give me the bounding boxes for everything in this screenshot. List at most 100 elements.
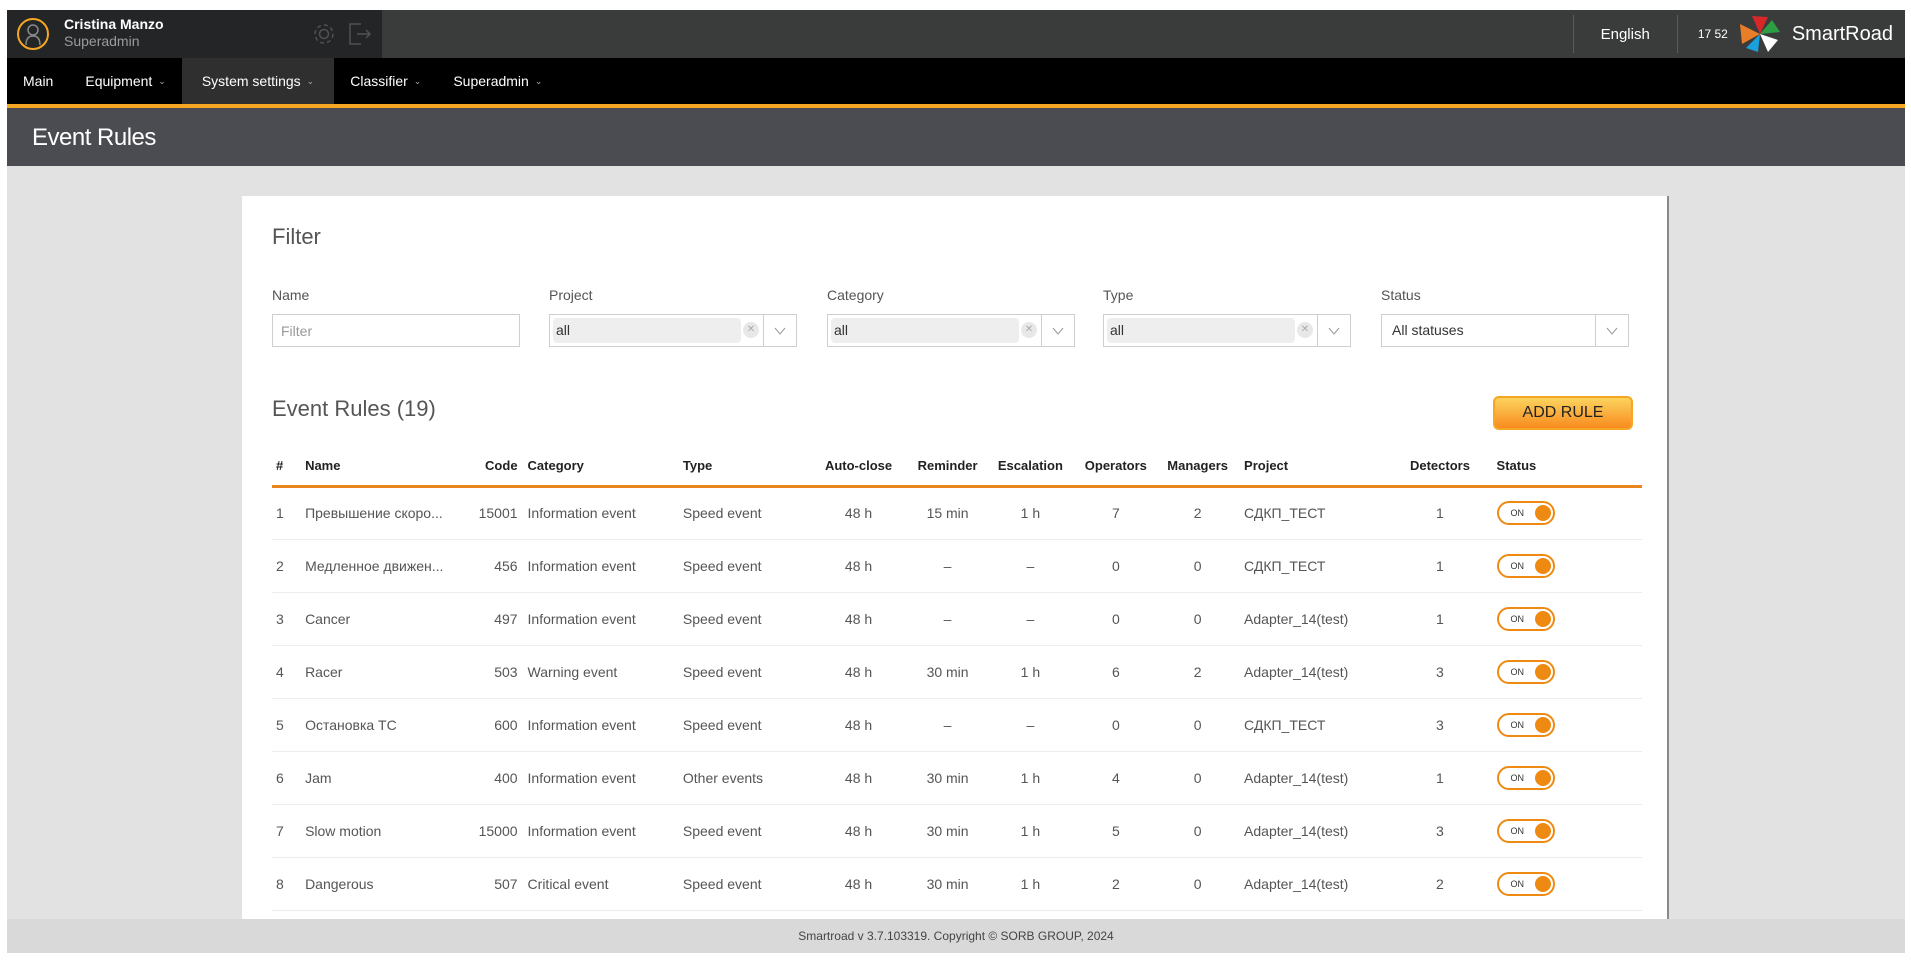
- status-select[interactable]: All statuses: [1381, 314, 1629, 347]
- column-header-name[interactable]: Name: [303, 446, 475, 488]
- rule-code: 507: [474, 857, 524, 911]
- rule-detectors: 1: [1393, 751, 1487, 805]
- rule-category: Information event: [523, 804, 679, 858]
- column-header-number[interactable]: #: [272, 446, 304, 488]
- table-row[interactable]: 2 Медленное движен... 456 Information event…: [272, 539, 1642, 593]
- toggle-label: ON: [1510, 560, 1525, 571]
- rule-name[interactable]: Jam: [303, 751, 475, 805]
- nav-item-equipment[interactable]: Equipment ⌄: [69, 58, 181, 104]
- rule-auto-close: 48 h: [808, 592, 909, 646]
- column-header-detectors[interactable]: Detectors: [1393, 446, 1487, 488]
- chevron-down-icon[interactable]: [773, 324, 787, 338]
- add-rule-button[interactable]: ADD RULE: [1493, 396, 1633, 430]
- clear-icon[interactable]: ✕: [1297, 322, 1313, 338]
- project-chip: all: [553, 318, 741, 343]
- rule-auto-close: 48 h: [808, 645, 909, 699]
- rule-name[interactable]: Cancer: [303, 592, 475, 646]
- rule-type: Speed event: [678, 592, 809, 646]
- rule-name[interactable]: Racer: [303, 645, 475, 699]
- status-toggle[interactable]: ON: [1496, 501, 1555, 525]
- rule-managers: 0: [1157, 751, 1239, 805]
- rule-project: Adapter_14(test): [1238, 857, 1394, 911]
- type-chip: all: [1107, 318, 1295, 343]
- rule-name[interactable]: Превышение скоро...: [303, 486, 475, 540]
- table-row[interactable]: 1 Превышение скоро... 15001 Information eve…: [272, 486, 1642, 540]
- toggle-label: ON: [1510, 878, 1525, 889]
- column-header-type[interactable]: Type: [678, 446, 809, 488]
- nav-item-system-settings[interactable]: System settings ⌄: [181, 58, 335, 104]
- chevron-down-icon[interactable]: [1605, 324, 1619, 338]
- rule-escalation: 1 h: [986, 857, 1075, 911]
- rule-code: 503: [474, 645, 524, 699]
- table-row[interactable]: 7 Slow motion 15000 Information event Speed …: [272, 804, 1642, 858]
- type-select[interactable]: all ✕: [1103, 314, 1351, 347]
- select-separator: [1041, 315, 1042, 346]
- column-header-category[interactable]: Category: [523, 446, 679, 488]
- filter-name-group: Name: [272, 287, 520, 347]
- chevron-down-icon: ⌄: [534, 75, 543, 86]
- clear-icon[interactable]: ✕: [1021, 322, 1037, 338]
- column-header-operators[interactable]: Operators: [1074, 446, 1158, 488]
- rule-type: Speed event: [678, 539, 809, 593]
- table-row[interactable]: 5 Остановка ТС 600 Information event Speed e…: [272, 698, 1642, 752]
- chevron-down-icon[interactable]: [1327, 324, 1341, 338]
- nav-item-classifier[interactable]: Classifier ⌄: [334, 58, 437, 104]
- table-row[interactable]: 3 Cancer 497 Information event Speed event 48…: [272, 592, 1642, 646]
- smartroad-logo-icon: [1739, 16, 1780, 52]
- rule-status-cell: ON: [1486, 857, 1642, 911]
- column-header-project[interactable]: Project: [1238, 446, 1394, 488]
- rule-auto-close: 48 h: [808, 486, 909, 540]
- column-header-status[interactable]: Status: [1486, 446, 1642, 488]
- status-toggle[interactable]: ON: [1496, 765, 1555, 790]
- select-separator: [1595, 315, 1596, 346]
- table-row[interactable]: 4 Racer 503 Warning event Speed event 48 h 30 …: [272, 645, 1642, 699]
- rule-code: 15000: [474, 804, 524, 858]
- row-number: 7: [272, 804, 304, 858]
- gear-icon[interactable]: [311, 21, 337, 52]
- column-header-code[interactable]: Code: [474, 446, 524, 488]
- category-select[interactable]: all ✕: [827, 314, 1075, 347]
- table-row[interactable]: 6 Jam 400 Information event Other events 48 h…: [272, 751, 1642, 805]
- top-right: English 17 52 SmartRoad: [1572, 10, 1905, 58]
- rule-name[interactable]: Медленное движен...: [303, 539, 475, 593]
- rule-name[interactable]: Остановка ТС: [303, 698, 475, 752]
- row-number: 4: [272, 645, 304, 699]
- table-row[interactable]: 8 Dangerous 507 Critical event Speed event 48…: [272, 857, 1642, 911]
- avatar-icon[interactable]: [17, 18, 49, 50]
- nav-item-main[interactable]: Main: [7, 58, 69, 104]
- rule-category: Critical event: [523, 857, 679, 911]
- name-filter-input[interactable]: [273, 315, 519, 346]
- rule-code: 456: [474, 539, 524, 593]
- filter-type-label: Type: [1103, 287, 1134, 303]
- status-toggle[interactable]: ON: [1496, 818, 1555, 843]
- status-toggle[interactable]: ON: [1496, 553, 1555, 578]
- project-select[interactable]: all ✕: [549, 314, 797, 347]
- status-toggle[interactable]: ON: [1496, 871, 1555, 896]
- rule-category: Warning event: [523, 645, 679, 699]
- rule-reminder: –: [908, 698, 987, 752]
- clear-icon[interactable]: ✕: [743, 322, 759, 338]
- chevron-down-icon[interactable]: [1051, 324, 1065, 338]
- status-toggle[interactable]: ON: [1496, 712, 1555, 737]
- chevron-down-icon: ⌄: [158, 75, 166, 86]
- column-header-managers[interactable]: Managers: [1157, 446, 1239, 488]
- rule-name[interactable]: Dangerous: [303, 857, 475, 911]
- nav-item-superadmin[interactable]: Superadmin ⌄: [437, 58, 558, 104]
- column-header-escalation[interactable]: Escalation: [986, 446, 1075, 488]
- select-separator: [763, 315, 764, 346]
- language-selector[interactable]: English: [1574, 26, 1677, 43]
- column-header-auto-close[interactable]: Auto-close: [808, 446, 909, 488]
- logout-icon[interactable]: [347, 20, 373, 53]
- status-toggle[interactable]: ON: [1496, 606, 1555, 631]
- rule-managers: 0: [1157, 539, 1239, 593]
- rule-operators: 2: [1074, 857, 1158, 911]
- rule-project: Adapter_14(test): [1238, 592, 1394, 646]
- rule-detectors: 3: [1393, 698, 1487, 752]
- rule-reminder: 30 min: [908, 645, 987, 699]
- user-block: Cristina Manzo Superadmin: [7, 10, 382, 58]
- rule-name[interactable]: Slow motion: [303, 804, 475, 858]
- column-header-reminder[interactable]: Reminder: [908, 446, 987, 488]
- rule-status-cell: ON: [1486, 698, 1642, 752]
- filter-status-group: Status All statuses: [1381, 287, 1629, 347]
- status-toggle[interactable]: ON: [1496, 659, 1555, 684]
